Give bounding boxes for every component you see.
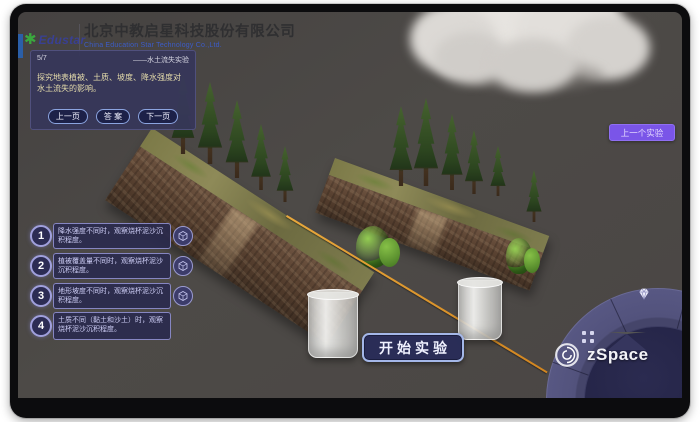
pine-tree: [274, 146, 296, 202]
bush: [506, 238, 532, 274]
pine-tree: [524, 170, 544, 222]
view-3d-button[interactable]: [173, 256, 193, 276]
beaker-right[interactable]: [458, 280, 502, 340]
task-number-badge: 3: [30, 285, 52, 307]
zspace-logo: zSpace: [552, 340, 649, 370]
beaker-left[interactable]: [308, 292, 358, 358]
answer-button[interactable]: 答 案: [96, 109, 130, 124]
edustar-star-icon: ✱: [24, 32, 37, 47]
company-name: 北京中教启星科技股份有限公司: [84, 20, 295, 41]
grid-dots-icon: [582, 331, 586, 335]
pine-tree: [410, 98, 442, 186]
prev-page-button[interactable]: 上一页: [48, 109, 88, 124]
pine-tree: [222, 100, 252, 178]
task-row: 3 地形坡度不同时，观察烧杯泥沙沉积程度。: [30, 283, 193, 309]
pine-tree: [438, 114, 466, 190]
task-row: 2 植被覆盖量不同时，观察烧杯泥沙沉积程度。: [30, 253, 193, 279]
task-row: 4 土质不同（黏土和沙土）时，观察烧杯泥沙沉积程度。: [30, 312, 171, 340]
company-header: 北京中教启星科技股份有限公司 China Education Star Tech…: [84, 20, 295, 49]
zspace-label: zSpace: [587, 345, 649, 365]
pine-tree: [194, 82, 226, 164]
pine-tree: [462, 130, 486, 194]
company-name-en: China Education Star Technology Co.,Ltd.: [84, 42, 295, 49]
pine-tree: [386, 106, 416, 186]
cube-3d-icon: [177, 260, 189, 272]
experiment-description: 探究地表植被、土质、坡度、降水强度对水土流失的影响。: [37, 72, 189, 94]
screenshot-stage: ✱ Edustar 北京中教启星科技股份有限公司 China Education…: [0, 0, 700, 422]
pine-tree: [488, 146, 508, 196]
view-3d-button[interactable]: [173, 226, 193, 246]
cube-3d-icon: [177, 230, 189, 242]
task-text: 降水强度不同时，观察烧杯泥沙沉积程度。: [53, 223, 171, 249]
next-page-button[interactable]: 下一页: [138, 109, 178, 124]
zspace-swirl-icon: [552, 340, 582, 370]
edustar-logo: ✱ Edustar: [24, 32, 85, 47]
task-text: 地形坡度不同时，观察烧杯泥沙沉积程度。: [53, 283, 171, 309]
start-experiment-button[interactable]: 开始实验: [362, 333, 464, 362]
task-panel: 5/7 ——水土流失实验 探究地表植被、土质、坡度、降水强度对水土流失的影响。 …: [30, 50, 196, 130]
app-window: ✱ Edustar 北京中教启星科技股份有限公司 China Education…: [10, 4, 690, 418]
task-text: 植被覆盖量不同时，观察烧杯泥沙沉积程度。: [53, 253, 171, 279]
task-number-badge: 1: [30, 225, 52, 247]
task-text: 土质不同（黏土和沙土）时，观察烧杯泥沙沉积程度。: [53, 312, 171, 340]
pine-tree: [248, 124, 274, 190]
task-number-badge: 2: [30, 255, 52, 277]
gem-menu-button[interactable]: [636, 286, 652, 302]
clipped-logo-fragment: [18, 34, 23, 58]
grid-menu-button[interactable]: [582, 326, 596, 340]
task-row: 1 降水强度不同时，观察烧杯泥沙沉积程度。: [30, 223, 193, 249]
task-number-badge: 4: [30, 315, 52, 337]
view-3d-button[interactable]: [173, 286, 193, 306]
cube-3d-icon: [177, 290, 189, 302]
experiment-title: ——水土流失实验: [133, 55, 189, 65]
page-indicator: 5/7: [37, 55, 47, 65]
gem-icon: [636, 286, 652, 302]
experiment-3d-viewport: ✱ Edustar 北京中教启星科技股份有限公司 China Education…: [18, 12, 682, 398]
previous-experiment-button[interactable]: 上一个实验: [609, 124, 675, 141]
